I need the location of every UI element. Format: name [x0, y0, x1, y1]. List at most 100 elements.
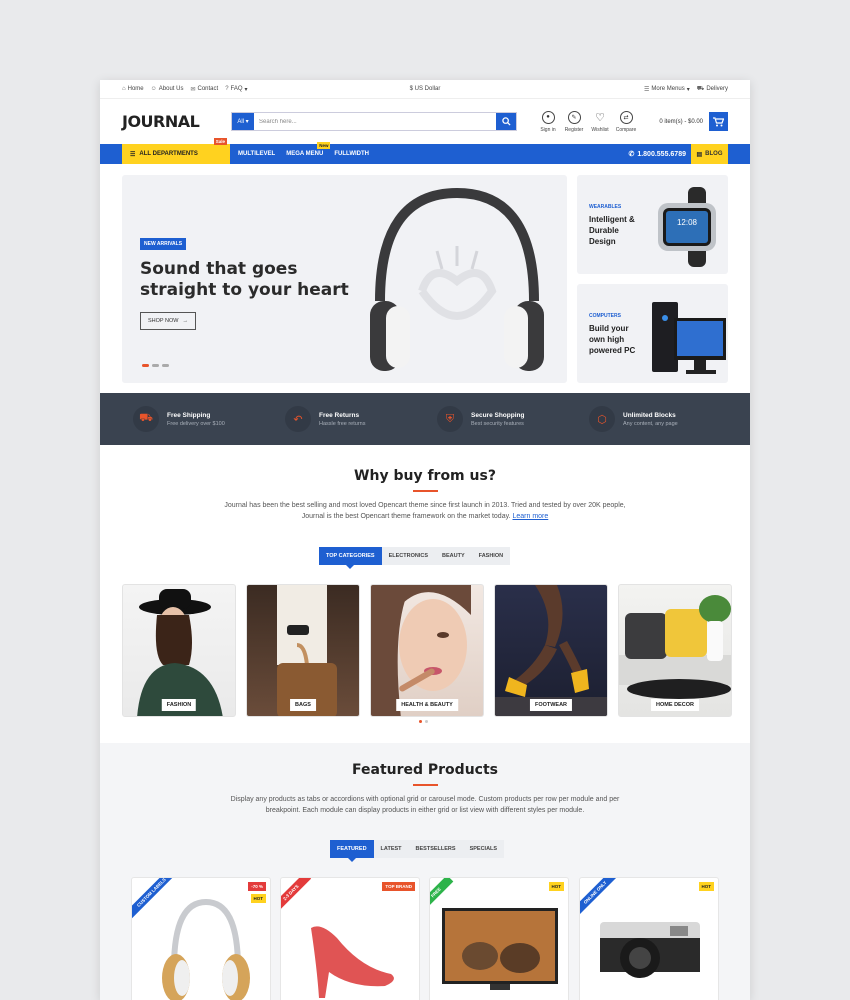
computer-image [652, 302, 726, 374]
wearables-banner[interactable]: WEARABLES Intelligent & Durable Design 1… [577, 175, 728, 274]
phone-icon: ✆ [628, 151, 635, 158]
sign-in-button[interactable]: ● Sign in [538, 110, 558, 133]
heart-icon: ♡ [595, 111, 605, 124]
category-card-fashion[interactable]: FASHION [122, 584, 236, 717]
product-card[interactable]: 2-3 DAYS TOP BRAND [280, 877, 420, 1000]
hero-dot[interactable] [152, 364, 159, 367]
wishlist-button[interactable]: ♡ Wishlist [590, 111, 610, 133]
hero-dot[interactable] [162, 364, 169, 367]
hot-badge: HOT [250, 894, 266, 903]
tab-electronics[interactable]: ELECTRONICS [381, 547, 436, 565]
new-badge: New [317, 142, 331, 149]
menu-icon: ☰ [130, 151, 136, 158]
cart-icon [713, 116, 724, 126]
camera-product-image [600, 922, 700, 978]
compare-icon: ⇄ [619, 110, 633, 124]
hot-badge: HOT [698, 882, 714, 891]
arrow-right-icon: → [182, 318, 188, 324]
category-tabs: TOP CATEGORIES ELECTRONICS BEAUTY FASHIO… [319, 547, 511, 569]
sale-badge: Sale [213, 138, 227, 145]
category-card-home-decor[interactable]: HOME DECOR [618, 584, 732, 717]
product-card[interactable]: ONLINE ONLY HOT [579, 877, 719, 1000]
hero-banner[interactable]: NEW ARRIVALS Sound that goes straight to… [122, 175, 567, 383]
box-icon: ⬡ [589, 406, 615, 432]
section-title: Why buy from us? [354, 468, 496, 484]
bags-image [277, 585, 337, 716]
page: ⌂ Home ☺ About Us ✉ Contact ? FAQ ▾ $ US Doll… [100, 80, 750, 1000]
tv-product-image [442, 908, 558, 990]
features-bar: ⛟ Free Shipping Free delivery over $100 ↶… [100, 393, 750, 445]
category-card-health-beauty[interactable]: HEALTH & BEAUTY [370, 584, 484, 717]
shoe-product-image [311, 926, 394, 998]
main-nav: ☰ ALL DEPARTMENTS Sale MULTILEVEL MEGA M… [100, 138, 750, 164]
chevron-down-icon: ▾ [244, 86, 248, 93]
why-buy-section: Why buy from us? Journal has been the be… [100, 468, 750, 522]
user-icon: ● [541, 110, 555, 124]
tab-fashion[interactable]: FASHION [471, 547, 511, 565]
phone-number[interactable]: ✆ 1.800.555.6789 [628, 150, 686, 159]
feature-item: ⛟ Free Shipping Free delivery over $100 [133, 393, 285, 445]
tab-specials[interactable]: SPECIALS [462, 840, 505, 858]
all-departments-menu[interactable]: ☰ ALL DEPARTMENTS Sale [122, 138, 230, 164]
shop-now-button[interactable]: SHOP NOW → [140, 312, 196, 330]
carousel-dot[interactable] [425, 720, 428, 723]
learn-more-link[interactable]: Learn more [512, 513, 548, 520]
top-link-faq[interactable]: ? FAQ ▾ [225, 86, 247, 93]
home-icon: ⌂ [122, 86, 126, 92]
search-icon [501, 117, 511, 126]
tab-latest[interactable]: LATEST [373, 840, 409, 858]
home-decor-image [619, 595, 731, 699]
section-description: Journal has been the best selling and mo… [224, 502, 626, 520]
carousel-dot[interactable] [419, 720, 422, 723]
cart-total: 0 item(s) - $0.00 [659, 118, 703, 125]
svg-text:12:08: 12:08 [677, 218, 698, 227]
top-brand-badge: TOP BRAND [382, 882, 415, 891]
question-icon: ? [225, 86, 229, 92]
hero-pagination [142, 364, 169, 367]
top-link-about[interactable]: ☺ About Us [151, 86, 184, 92]
discount-badge: -70 % [248, 882, 266, 891]
search-input[interactable] [254, 113, 496, 130]
nav-multilevel[interactable]: MULTILEVEL [238, 151, 275, 157]
hero-title: Sound that goes straight to your heart [140, 259, 349, 300]
delivery-link[interactable]: ⛟ Delivery [697, 85, 728, 93]
person-icon: ☺ [150, 86, 157, 92]
smartwatch-image: 12:08 [658, 187, 716, 267]
top-bar: ⌂ Home ☺ About Us ✉ Contact ? FAQ ▾ $ US Doll… [100, 80, 750, 99]
tab-beauty[interactable]: BEAUTY [435, 547, 472, 565]
blog-button[interactable]: ▤ BLOG [691, 144, 728, 164]
compare-button[interactable]: ⇄ Compare [616, 110, 636, 133]
tab-top-categories[interactable]: TOP CATEGORIES [319, 547, 382, 569]
featured-products-section: Featured Products Display any products a… [100, 743, 750, 1000]
nav-fullwidth[interactable]: FULLWIDTH [334, 151, 369, 157]
hero-dot[interactable] [142, 364, 149, 367]
tab-bestsellers[interactable]: BESTSELLERS [408, 840, 463, 858]
nav-mega-menu[interactable]: MEGA MENU New [286, 142, 331, 157]
computers-banner[interactable]: COMPUTERS Build your own high powered PC [577, 284, 728, 383]
search-bar: All ▾ [231, 112, 517, 131]
product-card[interactable]: CUSTOM LABELS -70 % HOT [131, 877, 271, 1000]
currency-selector[interactable]: $ US Dollar [410, 86, 441, 92]
chevron-down-icon: ▾ [686, 86, 690, 93]
search-category-select[interactable]: All ▾ [232, 113, 254, 130]
cart-button[interactable] [709, 112, 728, 131]
more-menus-dropdown[interactable]: ☰ More Menus ▾ [644, 86, 690, 93]
beauty-image [371, 585, 471, 716]
return-icon: ↶ [285, 406, 311, 432]
tab-featured[interactable]: FEATURED [330, 840, 374, 862]
menu-icon: ☰ [644, 86, 650, 93]
header: JOURNAL All ▾ ●Sign in ✎Register ♡Wishli… [100, 99, 750, 144]
category-pagination [419, 720, 428, 723]
search-button[interactable] [496, 113, 516, 130]
top-link-contact[interactable]: ✉ Contact [190, 86, 218, 93]
product-card[interactable]: FREE HOT [429, 877, 569, 1000]
logo[interactable]: JOURNAL [122, 112, 231, 131]
cart[interactable]: 0 item(s) - $0.00 [659, 112, 728, 131]
footwear-image [495, 585, 607, 716]
category-card-footwear[interactable]: FOOTWEAR [494, 584, 608, 717]
title-underline [412, 784, 438, 786]
fashion-image [137, 589, 223, 716]
register-button[interactable]: ✎ Register [564, 110, 584, 133]
category-card-bags[interactable]: BAGS [246, 584, 360, 717]
top-link-home[interactable]: ⌂ Home [122, 86, 144, 92]
